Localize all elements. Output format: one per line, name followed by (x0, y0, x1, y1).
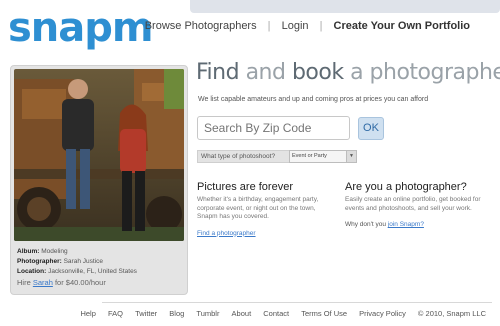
footer-about-link[interactable]: About (232, 309, 252, 318)
footer-blog-link[interactable]: Blog (169, 309, 184, 318)
hero-subtext: We list capable amateurs and up and comi… (198, 96, 429, 103)
footer-tumblr-link[interactable]: Tumblr (196, 309, 219, 318)
hire-prefix: Hire (17, 278, 31, 287)
featured-photo[interactable] (14, 69, 184, 241)
zip-code-search-input[interactable] (197, 116, 350, 140)
photographer-label: Photographer: (17, 258, 62, 265)
headline-book: book (291, 60, 344, 85)
location-value: Jacksonville, FL, United States (48, 268, 137, 275)
find-photographer-link[interactable]: Find a photographer (197, 230, 256, 237)
photoshoot-type-value: Event or Party (292, 153, 327, 159)
join-snapm-link[interactable]: join Snapm? (388, 221, 424, 228)
pictures-section: Pictures are forever Whether it's a birt… (197, 181, 337, 238)
dropdown-arrow-icon: ▼ (346, 151, 356, 162)
top-accent-bar (190, 0, 500, 13)
pictures-body: Whether it's a birthday, engagement part… (197, 196, 319, 220)
footer-twitter-link[interactable]: Twitter (135, 309, 157, 318)
footer: Help FAQ Twitter Blog Tumblr About Conta… (70, 309, 486, 318)
album-value: Modeling (41, 248, 68, 255)
headline-and: and (239, 60, 292, 85)
footer-help-link[interactable]: Help (80, 309, 95, 318)
page-headline: Find and book a photographer. (196, 60, 500, 85)
hire-line: Hire Sarah for $40.00/hour (17, 278, 106, 287)
photographer-value: Sarah Justice (63, 258, 103, 265)
photographer-cta-title: Are you a photographer? (345, 181, 467, 193)
pictures-title: Pictures are forever (197, 181, 293, 193)
login-link[interactable]: Login (282, 20, 309, 32)
hire-rate: for $40.00/hour (54, 278, 106, 287)
snapm-logo[interactable]: snapm (8, 8, 154, 48)
photographer-cta-section: Are you a photographer? Easily create an… (345, 181, 485, 230)
nav-separator: | (319, 20, 323, 32)
nav-separator: | (267, 20, 271, 32)
photographer-cta-body: Easily create an online portfolio, get b… (345, 196, 481, 212)
create-portfolio-link[interactable]: Create Your Own Portfolio (334, 20, 471, 32)
album-label: Album: (17, 248, 40, 255)
join-prompt: Why don't you (345, 221, 386, 228)
location-label: Location: (17, 268, 47, 275)
hire-photographer-link[interactable]: Sarah (33, 278, 53, 287)
featured-photographer-card: Album: Modeling Photographer: Sarah Just… (10, 65, 188, 295)
footer-copyright: © 2010, Snapm LLC (417, 309, 486, 318)
footer-contact-link[interactable]: Contact (263, 309, 289, 318)
headline-rest: a photographer. (350, 60, 500, 85)
footer-privacy-link[interactable]: Privacy Policy (359, 309, 406, 318)
headline-find: Find (196, 60, 240, 85)
footer-faq-link[interactable]: FAQ (108, 309, 123, 318)
footer-divider (102, 302, 492, 303)
browse-photographers-link[interactable]: Browse Photographers (145, 20, 257, 32)
footer-terms-link[interactable]: Terms Of Use (301, 309, 347, 318)
featured-photo-illustration (14, 69, 184, 241)
top-navigation: Browse Photographers | Login | Create Yo… (145, 20, 470, 32)
photoshoot-type-select[interactable]: Event or Party ▼ (289, 150, 357, 163)
photoshoot-type-label: What type of photoshoot? (197, 150, 290, 163)
photo-details: Album: Modeling Photographer: Sarah Just… (17, 247, 137, 277)
ok-search-button[interactable]: OK (358, 117, 384, 140)
